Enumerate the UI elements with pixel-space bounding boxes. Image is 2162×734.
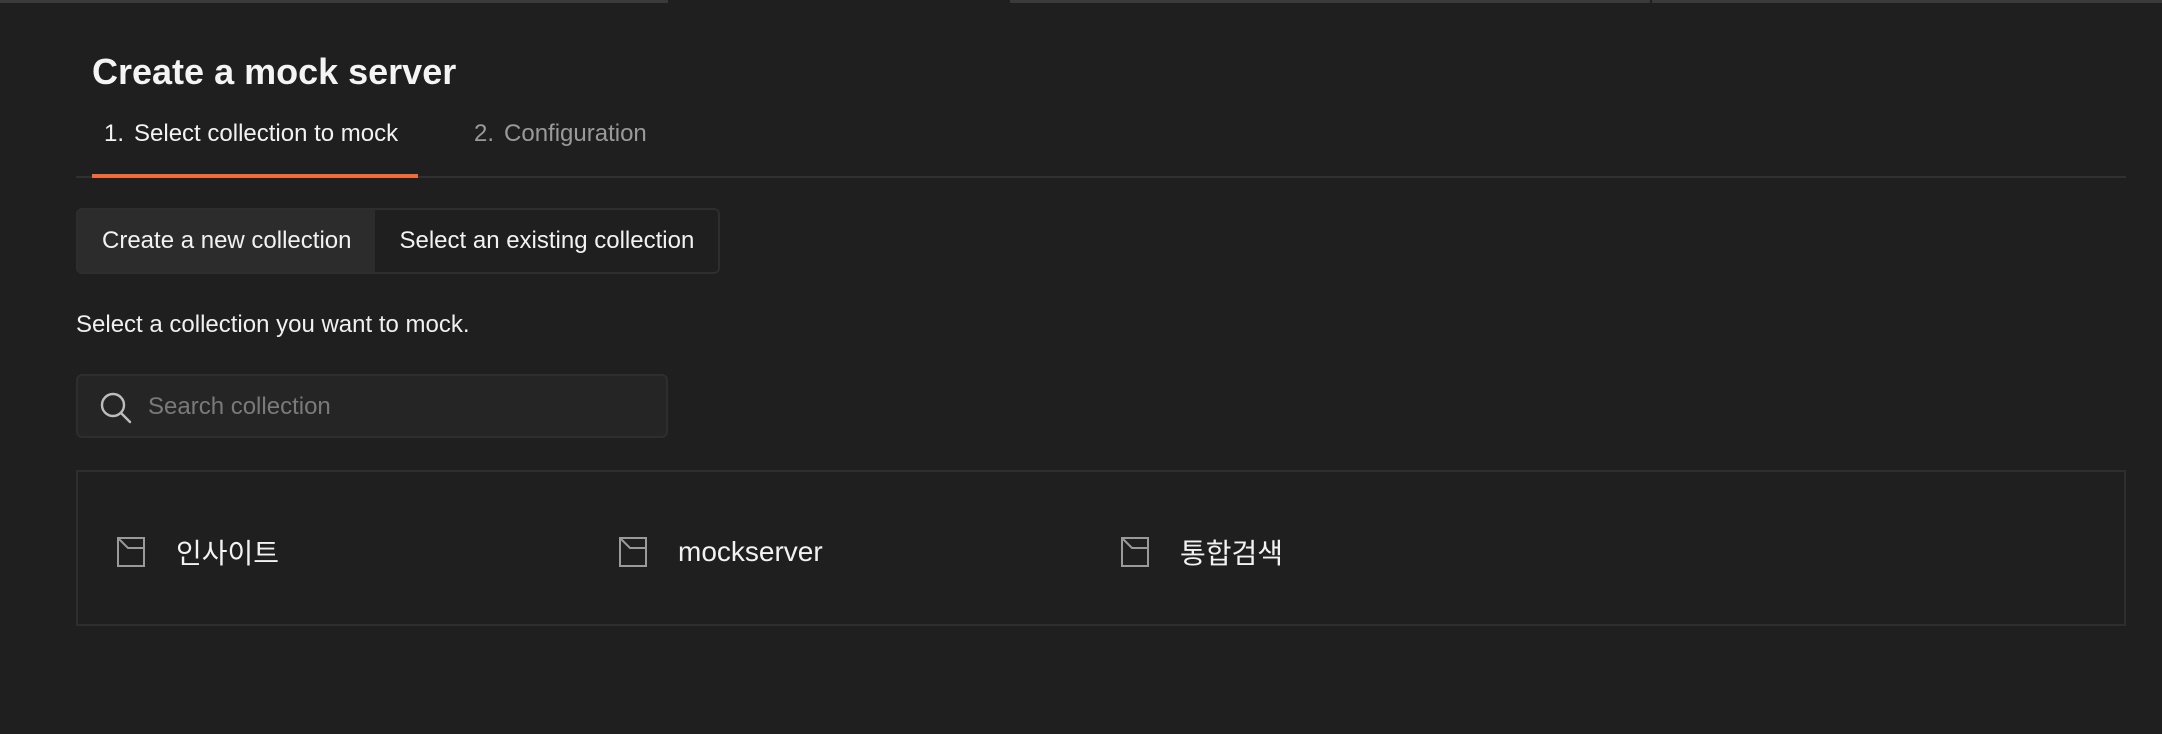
- collection-icon: [1121, 537, 1149, 567]
- collection-list: 인사이트 mockserver 통합검색: [76, 470, 2126, 626]
- page-title: Create a mock server: [92, 51, 457, 92]
- collection-icon: [117, 537, 145, 567]
- search-input[interactable]: [146, 384, 650, 430]
- top-divider-middle: [1010, 0, 1650, 3]
- create-new-collection-button[interactable]: Create a new collection: [78, 210, 376, 272]
- step-number: 1.: [104, 120, 125, 147]
- tab-configuration[interactable]: 2. Configuration: [474, 112, 647, 176]
- collection-name: 통합검색: [1180, 538, 1284, 569]
- search-box: [76, 374, 668, 438]
- collection-name: 인사이트: [176, 538, 280, 569]
- search-icon: [100, 392, 132, 424]
- tab-select-collection[interactable]: 1. Select collection to mock: [92, 112, 418, 178]
- top-edge-dividers: [0, 0, 2162, 3]
- step-label: Configuration: [504, 120, 647, 147]
- select-existing-collection-button[interactable]: Select an existing collection: [375, 210, 719, 272]
- collection-item[interactable]: 인사이트: [116, 532, 279, 572]
- step-tabs: 1. Select collection to mock 2. Configurat…: [76, 112, 2126, 178]
- step-label: Select collection to mock: [134, 120, 399, 147]
- step-number: 2.: [474, 120, 495, 147]
- top-divider-left: [0, 0, 668, 3]
- collection-name: mockserver: [678, 536, 823, 567]
- collection-item[interactable]: 통합검색: [1120, 532, 1283, 572]
- instruction-text: Select a collection you want to mock.: [76, 311, 470, 338]
- collection-mode-toggle: Create a new collection Select an existi…: [76, 208, 721, 274]
- top-divider-right: [1652, 0, 2162, 3]
- collection-icon: [619, 537, 647, 567]
- collection-item[interactable]: mockserver: [618, 532, 823, 572]
